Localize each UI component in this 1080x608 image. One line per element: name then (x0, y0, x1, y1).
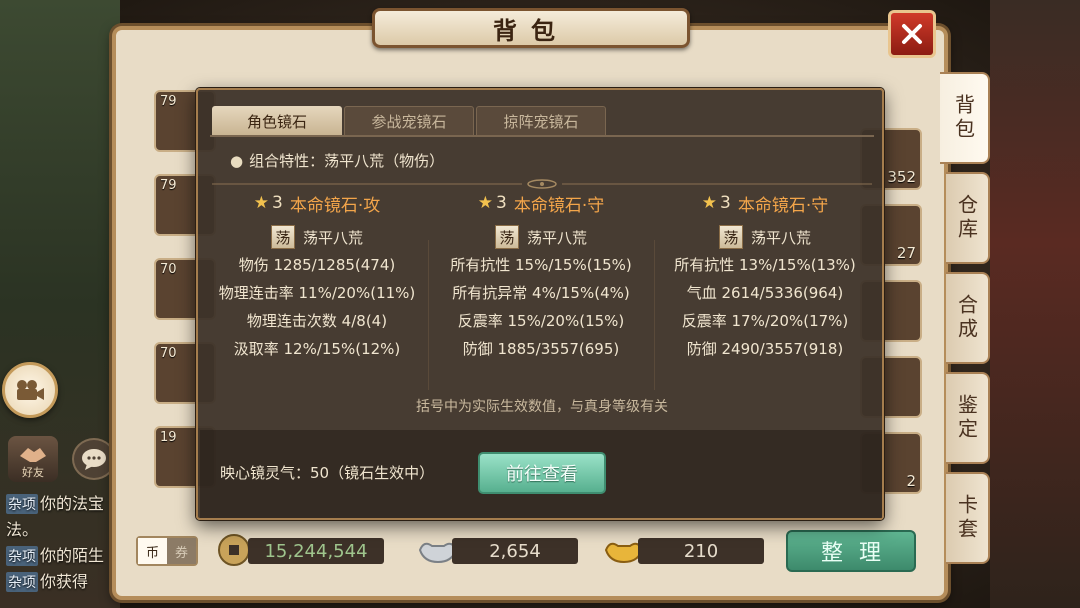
star-icon: ★ (701, 193, 717, 213)
chat-channel-tag: 杂项 (6, 546, 38, 566)
chat-text: 你获得 (40, 572, 89, 591)
stat-line: 防御 1885/3557(695) (462, 339, 620, 358)
item-count: 27 (896, 244, 916, 262)
currency-toggle-voucher[interactable]: 券 (167, 538, 196, 564)
chat-channel-tag: 杂项 (6, 494, 38, 514)
stone-name: 荡平八荒 (302, 228, 363, 247)
stat-line: 防御 2490/3557(918) (686, 339, 844, 358)
sort-button[interactable]: 整理 (786, 530, 916, 572)
chat-message[interactable]: 法。 (6, 516, 116, 540)
currency-toggle-coin[interactable]: 币 (138, 538, 167, 564)
close-button[interactable] (888, 10, 936, 58)
side-tab-backpack[interactable]: 背包 (940, 72, 990, 164)
chat-bubble-icon (82, 449, 106, 470)
tab-underline (210, 135, 874, 137)
tab-battle-pet-mirror-stone[interactable]: 参战宠镜石 (344, 106, 474, 136)
item-level: 70 (160, 346, 177, 361)
video-record-button[interactable] (2, 362, 58, 418)
chat-text: 你的陌生 (40, 546, 105, 565)
item-level: 70 (160, 262, 177, 277)
item-level: 79 (160, 178, 177, 193)
chat-button[interactable] (72, 438, 116, 480)
side-tab-warehouse[interactable]: 仓库 (946, 172, 990, 264)
footnote: 括号中为实际生效数值，与真身等级有关 (416, 399, 668, 415)
stat-line: 反震率 15%/20%(15%) (457, 311, 625, 330)
stone-badge-icon: 荡 (718, 225, 743, 249)
stone-title: 本命镜石·守 (737, 195, 829, 216)
chat-message[interactable]: 杂项 你的法宝 (6, 490, 116, 514)
handshake-icon (20, 448, 46, 462)
side-tab-card-sleeve[interactable]: 卡套 (946, 472, 990, 564)
close-icon (902, 24, 922, 44)
divider-ornament (212, 179, 872, 189)
stone-name: 荡平八荒 (750, 228, 811, 247)
camera-icon (17, 380, 44, 400)
star-count: 3 (720, 193, 731, 213)
stone-header: ★ 3 本命镜石·守 (654, 190, 876, 216)
tab-support-pet-mirror-stone[interactable]: 掠阵宠镜石 (476, 106, 606, 136)
stone-name-row[interactable]: 荡 荡平八荒 (430, 224, 652, 250)
star-icon: ★ (477, 193, 493, 213)
chat-message[interactable]: 杂项 你的陌生 (6, 542, 116, 566)
item-level: 19 (160, 430, 177, 445)
stat-line: 物理连击率 11%/20%(11%) (218, 283, 416, 302)
gold-amount: 210 (638, 538, 764, 564)
stone-title: 本命镜石·攻 (289, 195, 381, 216)
stat-line: 汲取率 12%/15%(12%) (233, 339, 401, 358)
chat-channel-tag: 杂项 (6, 572, 38, 592)
friend-label: 好友 (22, 466, 44, 479)
stone-header: ★ 3 本命镜石·守 (430, 190, 652, 216)
stone-name: 荡平八荒 (526, 228, 587, 247)
stat-line: 物理连击次数 4/8(4) (246, 311, 388, 330)
mirror-stone-column: ★ 3 本命镜石·守 荡 荡平八荒 所有抗性 15%/15%(15%) 所有抗异常… (430, 190, 652, 362)
combo-trait-text: 组合特性：荡平八荒（物伤） (249, 152, 445, 170)
stone-name-row[interactable]: 荡 荡平八荒 (206, 224, 428, 250)
combo-trait: ● 组合特性：荡平八荒（物伤） (230, 150, 444, 171)
item-level: 79 (160, 94, 177, 109)
bullet-icon: ● (230, 152, 244, 170)
tab-role-mirror-stone[interactable]: 角色镜石 (212, 106, 342, 136)
aura-status: 映心镜灵气：50（镜石生效中） (220, 464, 435, 482)
stone-header: ★ 3 本命镜石·攻 (206, 190, 428, 216)
item-count: 2 (906, 472, 916, 490)
stat-line: 气血 2614/5336(964) (686, 283, 844, 302)
chat-text: 你的法宝 (40, 494, 105, 513)
star-count: 3 (496, 193, 507, 213)
game-world-right (990, 0, 1080, 608)
currency-toggle[interactable]: 币 券 (136, 536, 198, 566)
side-tab-identify[interactable]: 鉴定 (946, 372, 990, 464)
side-tab-synthesis[interactable]: 合成 (946, 272, 990, 364)
friend-button[interactable]: 好友 (8, 436, 58, 482)
goto-view-button[interactable]: 前往查看 (478, 452, 606, 494)
stat-line: 物伤 1285/1285(474) (238, 255, 396, 274)
stone-title: 本命镜石·守 (513, 195, 605, 216)
stat-line: 反震率 17%/20%(17%) (681, 311, 849, 330)
star-count: 3 (272, 193, 283, 213)
mirror-stone-column: ★ 3 本命镜石·守 荡 荡平八荒 所有抗性 13%/15%(13%) 气血 26… (654, 190, 876, 362)
stone-badge-icon: 荡 (494, 225, 519, 249)
stat-line: 所有抗性 15%/15%(15%) (450, 255, 632, 274)
window-title: 背包 (372, 8, 690, 48)
mirror-stone-popup: 角色镜石 参战宠镜石 掠阵宠镜石 ● 组合特性：荡平八荒（物伤） ★ 3 本命镜石·… (196, 88, 884, 520)
stat-line: 所有抗异常 4%/15%(4%) (452, 283, 630, 302)
stat-line: 所有抗性 13%/15%(13%) (674, 255, 856, 274)
stone-badge-icon: 荡 (270, 225, 295, 249)
stone-name-row[interactable]: 荡 荡平八荒 (654, 224, 876, 250)
chat-message[interactable]: 杂项 你获得 (6, 568, 116, 592)
silver-amount: 2,654 (452, 538, 578, 564)
copper-amount: 15,244,544 (248, 538, 384, 564)
chat-text: 法。 (6, 520, 39, 539)
star-icon: ★ (253, 193, 269, 213)
item-count: 352 (887, 168, 916, 186)
mirror-stone-column: ★ 3 本命镜石·攻 荡 荡平八荒 物伤 1285/1285(474) 物理连击率… (206, 190, 428, 362)
column-divider (428, 240, 429, 390)
